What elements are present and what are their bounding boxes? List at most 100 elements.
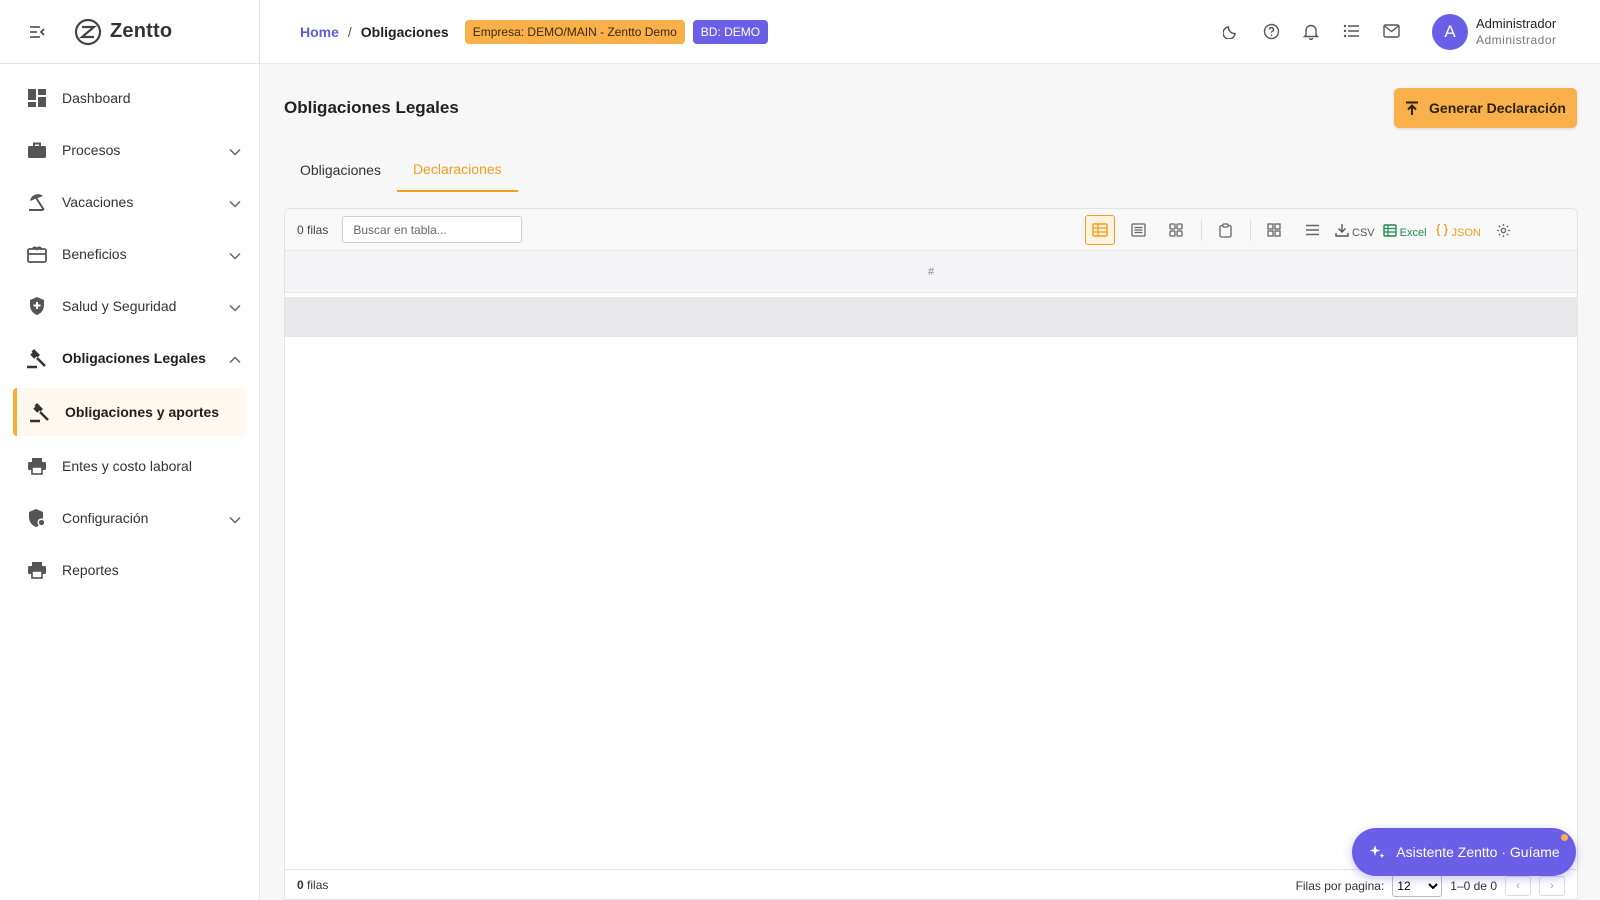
- export-excel-label: Excel: [1399, 226, 1427, 239]
- app-logo[interactable]: Zentto: [74, 18, 172, 46]
- user-avatar[interactable]: A: [1432, 14, 1468, 50]
- sidebar-item-label: Procesos: [62, 142, 121, 158]
- pagination-range: 1–0 de 0: [1450, 879, 1497, 893]
- sidebar-item-configuracion[interactable]: Configuración: [0, 492, 259, 544]
- sidebar-item-label: Beneficios: [62, 246, 127, 262]
- user-name: Administrador: [1476, 16, 1557, 31]
- grid-toolbar: 0 filas CSV: [285, 209, 1577, 251]
- sidebar-item-procesos[interactable]: Procesos: [0, 124, 259, 176]
- tabs: Obligaciones Declaraciones: [284, 148, 518, 192]
- tab-obligaciones[interactable]: Obligaciones: [284, 148, 397, 192]
- sidebar-header: Zentto: [0, 0, 259, 64]
- sidebar: Zentto Dashboard Procesos Vacaciones Benefi…: [0, 0, 260, 900]
- sidebar-item-obligaciones-y-aportes[interactable]: Obligaciones y aportes: [13, 388, 247, 436]
- zentto-logo-icon: [74, 18, 102, 45]
- beach-icon: [26, 191, 48, 213]
- printer-icon: [26, 559, 48, 581]
- notifications-bell-icon[interactable]: [1300, 20, 1322, 42]
- sidebar-item-obligaciones-legales[interactable]: Obligaciones Legales: [0, 332, 259, 384]
- help-icon[interactable]: [1260, 20, 1282, 42]
- empresa-badge: Empresa: DEMO/MAIN - Zentto Demo: [464, 19, 685, 44]
- sidebar-item-label: Entes y costo laboral: [62, 458, 192, 474]
- spreadsheet-icon: [1382, 223, 1397, 237]
- breadcrumb-separator: /: [347, 23, 352, 40]
- sidebar-item-vacaciones[interactable]: Vacaciones: [0, 176, 259, 228]
- export-json-label: JSON: [1451, 226, 1481, 239]
- rows-count: 0 filas: [297, 222, 329, 237]
- rows-per-page-select[interactable]: 12: [1392, 875, 1443, 897]
- sidebar-item-reportes[interactable]: Reportes: [0, 544, 259, 596]
- toolbar-actions: CSV Excel JSON: [1085, 215, 1527, 245]
- user-role: Administrador: [1476, 33, 1557, 47]
- assistant-button[interactable]: Asistente Zentto · Guíame: [1352, 828, 1576, 876]
- list-view-icon[interactable]: [1123, 215, 1153, 245]
- breadcrumb: Home / Obligaciones: [300, 24, 449, 40]
- chevron-down-icon[interactable]: [229, 143, 243, 157]
- pagination: Filas por pagina: 12 1–0 de 0 ‹ ›: [1296, 875, 1565, 897]
- download-icon: [1335, 224, 1349, 237]
- sidebar-item-label: Configuración: [62, 510, 149, 526]
- export-csv-button[interactable]: CSV: [1335, 215, 1375, 245]
- shield-icon: [26, 295, 48, 317]
- admin-shield-icon: [26, 507, 48, 529]
- sidebar-item-label: Vacaciones: [62, 194, 134, 210]
- export-json-button[interactable]: JSON: [1435, 215, 1481, 245]
- export-excel-button[interactable]: Excel: [1382, 215, 1427, 245]
- footer-count-suffix: filas: [307, 877, 329, 892]
- sidebar-item-entes-y-costo-laboral[interactable]: Entes y costo laboral: [0, 440, 259, 492]
- sidebar-item-label: Salud y Seguridad: [62, 298, 177, 314]
- chevron-down-icon[interactable]: [229, 299, 243, 313]
- chevron-down-icon[interactable]: [229, 511, 243, 525]
- grid-settings-gear-icon[interactable]: [1489, 215, 1519, 245]
- sidebar-item-dashboard[interactable]: Dashboard: [0, 72, 259, 124]
- generate-declaration-button[interactable]: Generar Declaración: [1394, 88, 1577, 128]
- app-name: Zentto: [110, 20, 173, 42]
- breadcrumb-home-link[interactable]: Home: [300, 24, 339, 40]
- topbar: Home / Obligaciones Empresa: DEMO/MAIN -…: [260, 0, 1600, 64]
- clipboard-icon[interactable]: [1210, 215, 1240, 245]
- sidebar-item-salud-y-seguridad[interactable]: Salud y Seguridad: [0, 280, 259, 332]
- dashboard-icon: [26, 87, 48, 109]
- gavel-icon: [29, 401, 51, 423]
- sidebar-nav: Dashboard Procesos Vacaciones Beneficios Sal…: [0, 64, 259, 596]
- prev-page-button[interactable]: ‹: [1505, 876, 1531, 896]
- collapse-sidebar-icon[interactable]: [26, 21, 48, 43]
- assistant-label: Asistente Zentto · Guíame: [1396, 844, 1560, 860]
- tab-declaraciones[interactable]: Declaraciones: [396, 148, 518, 192]
- breadcrumb-current: Obligaciones: [360, 23, 449, 40]
- column-grid-icon[interactable]: [1259, 215, 1289, 245]
- page-title: Obligaciones Legales: [284, 98, 459, 117]
- gavel-icon: [26, 347, 48, 369]
- mail-icon[interactable]: [1380, 20, 1402, 42]
- chevron-up-icon[interactable]: [229, 351, 243, 365]
- assistant-notification-dot: [1561, 834, 1568, 841]
- table-view-icon[interactable]: [1085, 215, 1115, 245]
- topbar-actions: [1220, 20, 1402, 42]
- density-icon[interactable]: [1297, 215, 1327, 245]
- printer-icon: [26, 455, 48, 477]
- column-header-index[interactable]: #: [285, 251, 1577, 293]
- footer-row-count: 0 filas: [297, 878, 328, 892]
- user-info[interactable]: Administrador Administrador: [1476, 15, 1557, 49]
- dark-mode-icon[interactable]: [1220, 20, 1242, 42]
- briefcase-icon: [26, 139, 48, 161]
- sidebar-item-label: Dashboard: [62, 90, 131, 106]
- chevron-down-icon[interactable]: [229, 247, 243, 261]
- sidebar-item-label: Reportes: [62, 562, 119, 578]
- toolbar-divider: [1201, 219, 1202, 241]
- sidebar-item-label: Obligaciones y aportes: [65, 404, 220, 420]
- footer-count-value: 0: [297, 877, 304, 892]
- next-page-button[interactable]: ›: [1539, 876, 1565, 896]
- sidebar-item-label: Obligaciones Legales: [62, 350, 206, 366]
- export-csv-label: CSV: [1352, 226, 1375, 239]
- card-view-icon[interactable]: [1161, 215, 1191, 245]
- data-grid: 0 filas CSV: [284, 208, 1578, 900]
- chevron-down-icon[interactable]: [229, 195, 243, 209]
- task-list-icon[interactable]: [1340, 20, 1362, 42]
- sidebar-item-beneficios[interactable]: Beneficios: [0, 228, 259, 280]
- rows-per-page-label: Filas por pagina:: [1295, 879, 1385, 893]
- generate-declaration-label: Generar Declaración: [1429, 100, 1566, 116]
- gift-card-icon: [26, 243, 48, 265]
- table-search-input[interactable]: [342, 216, 523, 243]
- braces-icon: [1435, 223, 1448, 237]
